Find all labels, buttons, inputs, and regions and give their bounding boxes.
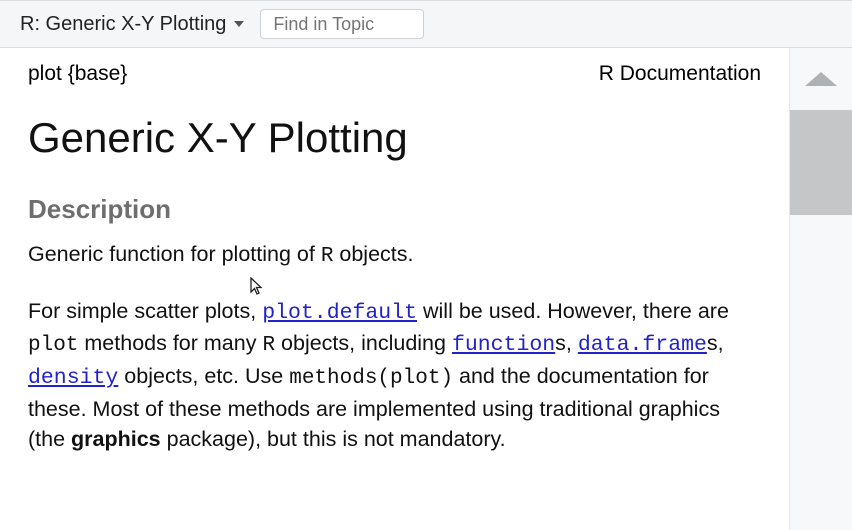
breadcrumb-label: R: Generic X-Y Plotting [20,13,226,36]
link-data-frame[interactable]: data.frame [578,333,707,357]
inline-code: R [321,245,334,268]
documentation-label: R Documentation [599,62,761,86]
breadcrumb-dropdown[interactable]: R: Generic X-Y Plotting [20,13,244,36]
link-density[interactable]: density [28,366,118,390]
inline-code: plot [28,334,78,357]
page-title: Generic X-Y Plotting [28,114,761,162]
description-paragraph-2: For simple scatter plots, plot.default w… [28,296,761,455]
caret-down-icon [234,21,244,27]
scroll-up-icon [805,72,837,86]
scrollbar[interactable] [790,48,852,530]
section-description-heading: Description [28,194,761,225]
topic-identifier: plot {base} [28,62,127,86]
inline-code: methods(plot) [289,367,453,390]
inline-code: R [262,334,275,357]
scroll-thumb[interactable] [790,110,852,215]
find-in-topic-input[interactable] [260,9,424,39]
link-function[interactable]: function [452,333,555,357]
link-plot-default[interactable]: plot.default [262,301,417,325]
bold-graphics: graphics [71,427,161,451]
toolbar: R: Generic X-Y Plotting [0,0,852,48]
description-paragraph-1: Generic function for plotting of R objec… [28,239,761,272]
scroll-up-button[interactable] [790,48,852,110]
help-content: plot {base} R Documentation Generic X-Y … [0,48,790,530]
